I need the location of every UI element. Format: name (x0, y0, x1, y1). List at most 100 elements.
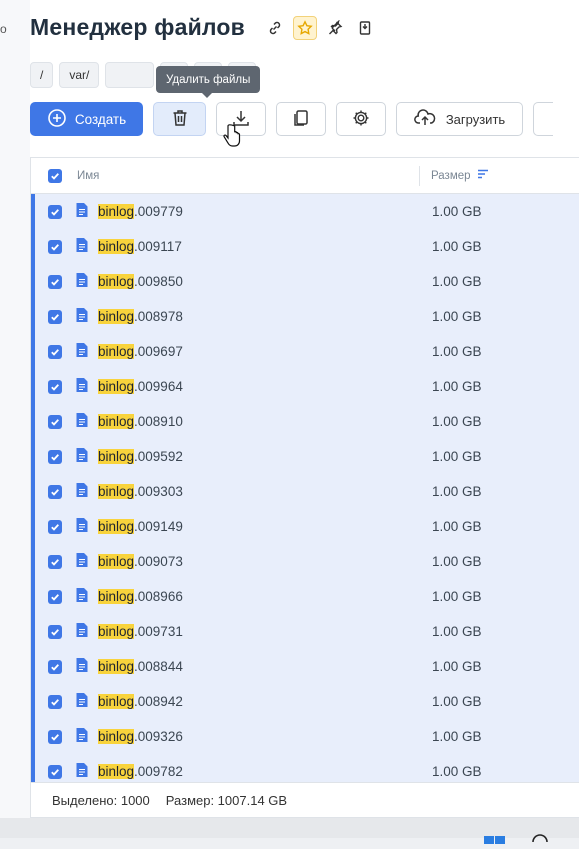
file-name-cell[interactable]: binlog.008942 (75, 692, 432, 711)
sort-icon[interactable] (477, 168, 489, 183)
file-name-cell[interactable]: binlog.008966 (75, 587, 432, 606)
table-row[interactable]: binlog.009592 1.00 GB (31, 439, 579, 474)
settings-button[interactable] (336, 102, 386, 136)
row-checkbox[interactable] (35, 274, 75, 289)
file-name-cell[interactable]: binlog.009073 (75, 552, 432, 571)
row-checkbox[interactable] (35, 519, 75, 534)
row-checkbox[interactable] (35, 484, 75, 499)
upload-button[interactable]: Загрузить (396, 102, 523, 136)
checkbox-checked-icon (48, 589, 62, 604)
table-row[interactable]: binlog.009964 1.00 GB (31, 369, 579, 404)
row-checkbox[interactable] (35, 414, 75, 429)
file-name-cell[interactable]: binlog.008844 (75, 657, 432, 676)
file-name: binlog.008942 (98, 694, 183, 709)
file-suffix: .009964 (134, 379, 183, 394)
file-name-cell[interactable]: binlog.009850 (75, 272, 432, 291)
column-header-name[interactable]: Имя (77, 165, 420, 186)
file-name-cell[interactable]: binlog.009303 (75, 482, 432, 501)
file-suffix: .009592 (134, 449, 183, 464)
file-suffix: .009697 (134, 344, 183, 359)
row-checkbox[interactable] (35, 624, 75, 639)
file-size: 1.00 GB (432, 344, 482, 359)
breadcrumb-root[interactable]: / (30, 62, 54, 88)
column-header-size[interactable]: Размер (420, 168, 489, 183)
upload-cloud-icon (413, 108, 436, 131)
file-document-icon (75, 727, 89, 746)
file-name-cell[interactable]: binlog.009592 (75, 447, 432, 466)
file-name-cell[interactable]: binlog.009326 (75, 727, 432, 746)
table-row[interactable]: binlog.008910 1.00 GB (31, 404, 579, 439)
table-row[interactable]: binlog.008942 1.00 GB (31, 684, 579, 719)
checkbox-checked-icon (48, 659, 62, 674)
link-icon[interactable] (263, 16, 287, 40)
row-checkbox[interactable] (35, 344, 75, 359)
file-name-cell[interactable]: binlog.009782 (75, 762, 432, 781)
table-row[interactable]: binlog.008966 1.00 GB (31, 579, 579, 614)
copy-button[interactable] (276, 102, 326, 136)
file-size: 1.00 GB (432, 694, 482, 709)
checkbox-checked-icon (48, 414, 62, 429)
pin-icon[interactable] (323, 16, 347, 40)
search-highlight: binlog (98, 414, 135, 429)
table-row[interactable]: binlog.008844 1.00 GB (31, 649, 579, 684)
file-name-cell[interactable]: binlog.009964 (75, 377, 432, 396)
star-icon[interactable] (293, 15, 318, 40)
row-checkbox[interactable] (35, 379, 75, 394)
delete-button[interactable] (153, 102, 206, 136)
file-size: 1.00 GB (432, 414, 482, 429)
row-checkbox[interactable] (35, 239, 75, 254)
create-button[interactable]: Создать (30, 102, 143, 136)
table-row[interactable]: binlog.009850 1.00 GB (31, 264, 579, 299)
row-checkbox[interactable] (35, 694, 75, 709)
file-document-icon (75, 412, 89, 431)
file-name-cell[interactable]: binlog.009117 (75, 237, 432, 256)
file-size: 1.00 GB (432, 519, 482, 534)
more-button[interactable] (533, 102, 553, 136)
row-checkbox[interactable] (35, 764, 75, 779)
table-row[interactable]: binlog.009303 1.00 GB (31, 474, 579, 509)
search-icon[interactable] (531, 829, 551, 847)
column-name-label: Имя (77, 169, 100, 182)
table-row[interactable]: binlog.008978 1.00 GB (31, 299, 579, 334)
select-all-checkbox[interactable] (31, 168, 77, 183)
file-suffix: .009117 (134, 239, 182, 254)
row-checkbox[interactable] (35, 729, 75, 744)
file-size: 1.00 GB (432, 624, 482, 639)
table-row[interactable]: binlog.009697 1.00 GB (31, 334, 579, 369)
table-row[interactable]: binlog.009073 1.00 GB (31, 544, 579, 579)
breadcrumb-var[interactable]: var/ (59, 62, 100, 88)
file-name-cell[interactable]: binlog.009149 (75, 517, 432, 536)
file-name-cell[interactable]: binlog.008910 (75, 412, 432, 431)
row-checkbox[interactable] (35, 309, 75, 324)
file-name-cell[interactable]: binlog.009697 (75, 342, 432, 361)
row-checkbox[interactable] (35, 589, 75, 604)
bookmark-icon[interactable] (353, 16, 377, 40)
file-size: 1.00 GB (432, 204, 482, 219)
row-checkbox[interactable] (35, 204, 75, 219)
file-document-icon (75, 517, 89, 536)
row-checkbox[interactable] (35, 554, 75, 569)
status-bar: Выделено: 1000 Размер: 1007.14 GB (31, 782, 579, 817)
left-rail: o (0, 0, 31, 818)
table-row[interactable]: binlog.009117 1.00 GB (31, 229, 579, 264)
mouse-cursor-icon (222, 122, 242, 153)
search-highlight: binlog (98, 239, 135, 254)
file-size: 1.00 GB (432, 659, 482, 674)
file-name: binlog.009697 (98, 344, 183, 359)
file-name-cell[interactable]: binlog.009779 (75, 202, 432, 221)
file-document-icon (75, 482, 89, 501)
file-name-cell[interactable]: binlog.009731 (75, 622, 432, 641)
search-highlight: binlog (98, 659, 135, 674)
checkbox-checked-icon (48, 484, 62, 499)
windows-start-icon[interactable] (484, 831, 506, 849)
breadcrumb-more[interactable] (105, 62, 155, 88)
table-row[interactable]: binlog.009779 1.00 GB (31, 194, 579, 229)
table-row[interactable]: binlog.009149 1.00 GB (31, 509, 579, 544)
table-row[interactable]: binlog.009731 1.00 GB (31, 614, 579, 649)
file-name-cell[interactable]: binlog.008978 (75, 307, 432, 326)
table-row[interactable]: binlog.009326 1.00 GB (31, 719, 579, 754)
file-name: binlog.009326 (98, 729, 183, 744)
file-document-icon (75, 657, 89, 676)
row-checkbox[interactable] (35, 449, 75, 464)
row-checkbox[interactable] (35, 659, 75, 674)
